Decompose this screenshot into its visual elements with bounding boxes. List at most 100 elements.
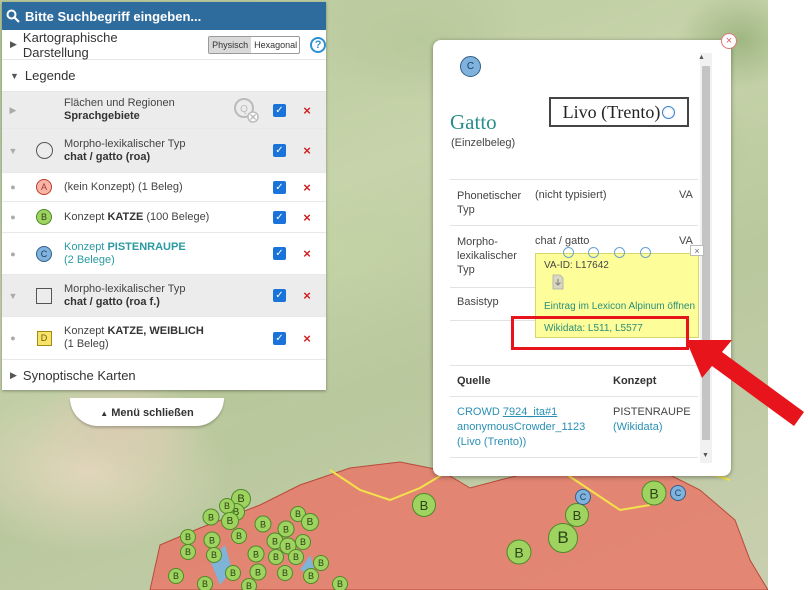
legend-row-concept-katze-weiblich[interactable]: ● D Konzept KATZE, WEIBLICH (1 Beleg) ✓ … bbox=[2, 317, 326, 360]
row-value: chat / gatto bbox=[535, 235, 590, 247]
source-cell[interactable]: CROWD 7924_ita#1 anonymousCrowder_1123 (… bbox=[457, 405, 585, 450]
symbol-b-icon: B bbox=[36, 209, 52, 225]
layer-panel: Bitte Suchbegriff eingeben... ▶ Kartogra… bbox=[2, 2, 326, 390]
map-marker-b[interactable]: B bbox=[295, 534, 311, 550]
zoom-remove-icon[interactable]: Q bbox=[233, 97, 259, 123]
visibility-checkbox[interactable]: ✓ bbox=[273, 210, 286, 224]
visibility-checkbox[interactable]: ✓ bbox=[273, 103, 286, 117]
divider bbox=[450, 365, 698, 366]
location-label: Livo (Trento) bbox=[562, 101, 661, 122]
type-icon[interactable] bbox=[640, 247, 651, 258]
concept-count: (2 Belege) bbox=[64, 253, 115, 266]
search-bar[interactable]: Bitte Suchbegriff eingeben... bbox=[2, 2, 326, 30]
map-marker-b[interactable]: B bbox=[412, 493, 436, 517]
download-icon[interactable] bbox=[551, 274, 565, 290]
bullet-icon: ● bbox=[10, 333, 16, 343]
map-marker-b[interactable]: B bbox=[565, 503, 589, 527]
scroll-up-icon[interactable]: ▲ bbox=[698, 54, 705, 61]
type-icon[interactable] bbox=[614, 247, 625, 258]
map-marker-b[interactable]: B bbox=[180, 544, 196, 560]
map-marker-b[interactable]: B bbox=[203, 531, 221, 549]
concept-name: PISTENRAUPE bbox=[613, 406, 691, 418]
legend-row-regions[interactable]: ▶ Flächen und Regionen Sprachgebiete Q ✓… bbox=[2, 92, 326, 129]
search-placeholder[interactable]: Bitte Suchbegriff eingeben... bbox=[25, 9, 201, 24]
lexicon-link[interactable]: Eintrag im Lexicon Alpinum öffnen bbox=[544, 301, 695, 312]
map-marker-b[interactable]: B bbox=[506, 539, 532, 565]
remove-icon[interactable]: × bbox=[300, 246, 314, 261]
type-icon[interactable] bbox=[588, 247, 599, 258]
map-marker-b[interactable]: B bbox=[254, 515, 272, 533]
map-marker-b[interactable]: B bbox=[231, 528, 247, 544]
display-toggle[interactable]: Physisch Hexagonal bbox=[208, 35, 301, 54]
caret-up-icon: ▲ bbox=[100, 409, 109, 418]
help-icon[interactable]: ? bbox=[310, 36, 326, 53]
remove-icon[interactable]: × bbox=[300, 103, 314, 118]
tooltip-close-icon[interactable]: × bbox=[690, 245, 704, 256]
legend-section[interactable]: ▼ Legende bbox=[2, 60, 326, 92]
toggle-physisch[interactable]: Physisch bbox=[209, 36, 252, 53]
remove-icon[interactable]: × bbox=[300, 143, 314, 158]
row-tag: VA bbox=[679, 189, 693, 201]
map-marker-b[interactable]: B bbox=[332, 576, 348, 590]
remove-icon[interactable]: × bbox=[300, 288, 314, 303]
type-icon[interactable] bbox=[563, 247, 574, 258]
map-marker-b[interactable]: B bbox=[206, 547, 222, 563]
visibility-checkbox[interactable]: ✓ bbox=[273, 247, 286, 260]
row-value: (nicht typisiert) bbox=[535, 189, 607, 201]
divider bbox=[450, 457, 698, 458]
remove-icon[interactable]: × bbox=[300, 331, 314, 346]
remove-icon[interactable]: × bbox=[300, 180, 314, 195]
map-marker-b[interactable]: B bbox=[641, 480, 667, 506]
map-marker-b[interactable]: B bbox=[197, 576, 213, 590]
table-header-source: Quelle bbox=[457, 375, 491, 387]
map-marker-b[interactable]: B bbox=[168, 568, 184, 584]
legend-row-morpho-type-f[interactable]: ▼ Morpho-lexikalischer Typ chat / gatto … bbox=[2, 275, 326, 317]
menu-close-button[interactable]: ▲ Menü schließen bbox=[70, 398, 224, 426]
concept-name: PISTENRAUPE bbox=[107, 240, 186, 253]
close-icon[interactable]: × bbox=[721, 33, 737, 49]
scroll-down-icon[interactable]: ▼ bbox=[702, 452, 709, 459]
wikidata-concept-link[interactable]: (Wikidata) bbox=[613, 421, 663, 433]
divider bbox=[450, 179, 698, 180]
legend-row-text: (kein Konzept) (1 Beleg) bbox=[64, 180, 183, 193]
map-marker-b[interactable]: B bbox=[268, 549, 284, 565]
remove-icon[interactable]: × bbox=[300, 210, 314, 225]
map-marker-b[interactable]: B bbox=[301, 513, 319, 531]
bullet-icon: ● bbox=[10, 212, 16, 222]
map-marker-b[interactable]: B bbox=[288, 549, 304, 565]
location-box[interactable]: Livo (Trento) bbox=[549, 97, 689, 127]
map-marker-c[interactable]: C bbox=[670, 485, 686, 501]
bullet-icon: ● bbox=[10, 248, 16, 259]
legend-row-concept-katze[interactable]: ● B Konzept KATZE (100 Belege) ✓ × bbox=[2, 202, 326, 233]
legend-row-concept-a[interactable]: ● A (kein Konzept) (1 Beleg) ✓ × bbox=[2, 173, 326, 202]
map-marker-b[interactable]: B bbox=[247, 545, 265, 563]
map-marker-b[interactable]: B bbox=[202, 508, 220, 526]
globe-icon[interactable] bbox=[662, 105, 676, 119]
visibility-checkbox[interactable]: ✓ bbox=[273, 144, 286, 157]
map-marker-b[interactable]: B bbox=[180, 529, 196, 545]
map-marker-b[interactable]: B bbox=[241, 578, 257, 590]
divider bbox=[450, 396, 698, 397]
legend-row-morpho-type[interactable]: ▼ Morpho-lexikalischer Typ chat / gatto … bbox=[2, 129, 326, 173]
map-marker-c[interactable]: C bbox=[575, 489, 591, 505]
concept-prefix: Konzept bbox=[64, 210, 105, 223]
map-marker-b[interactable]: B bbox=[548, 523, 578, 553]
map-marker-b[interactable]: B bbox=[303, 568, 319, 584]
display-section[interactable]: ▶ Kartographische Darstellung Physisch H… bbox=[2, 30, 326, 60]
visibility-checkbox[interactable]: ✓ bbox=[273, 289, 286, 302]
source-id-link[interactable]: 7924_ita#1 bbox=[503, 406, 557, 418]
bullet-icon: ● bbox=[10, 182, 16, 192]
toggle-hexagonal[interactable]: Hexagonal bbox=[251, 37, 299, 53]
map-marker-b[interactable]: B bbox=[277, 565, 293, 581]
concept-badge: C bbox=[460, 56, 481, 77]
legend-row-title: Morpho-lexikalischer Typ bbox=[64, 282, 186, 295]
visibility-checkbox[interactable]: ✓ bbox=[273, 180, 286, 194]
synoptic-section[interactable]: ▶ Synoptische Karten bbox=[2, 360, 326, 390]
visibility-checkbox[interactable]: ✓ bbox=[273, 331, 286, 345]
popup-title: Gatto bbox=[450, 110, 497, 134]
va-id: VA-ID: L17642 bbox=[544, 260, 609, 271]
legend-row-concept-pistenraupe[interactable]: ● C Konzept PISTENRAUPE (2 Belege) ✓ × bbox=[2, 233, 326, 275]
map-marker-b[interactable]: B bbox=[225, 565, 241, 581]
legend-label: Legende bbox=[24, 68, 76, 83]
chevron-down-icon: ▼ bbox=[8, 290, 18, 301]
